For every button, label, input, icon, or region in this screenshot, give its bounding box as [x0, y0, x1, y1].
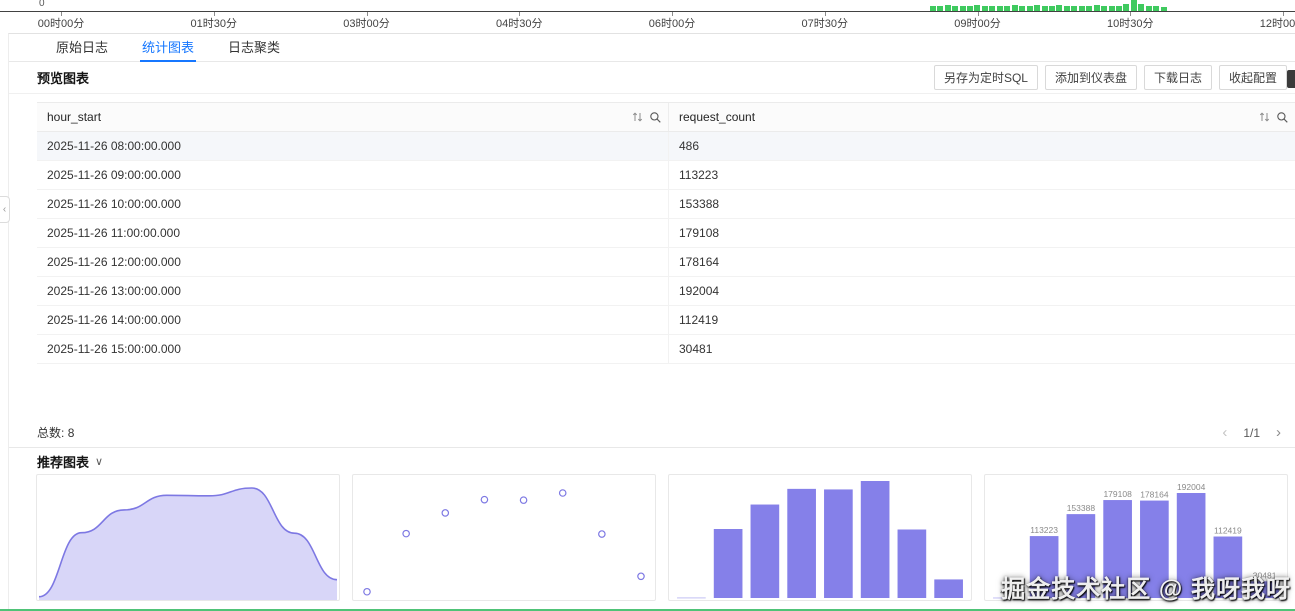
histogram-bar[interactable]	[1123, 4, 1129, 11]
next-page-icon[interactable]: ›	[1276, 424, 1281, 441]
column-header-icons	[632, 111, 662, 124]
sort-icon[interactable]	[1259, 111, 1270, 123]
toolbar-buttons: 另存为定时SQL 添加到仪表盘下载日志收起配置	[934, 65, 1287, 90]
recommended-charts-header[interactable]: 推荐图表 ∨	[37, 452, 103, 471]
table-row[interactable]: 2025-11-26 09:00:00.000113223	[37, 161, 1295, 190]
svg-text:113223: 113223	[1030, 525, 1058, 535]
total-value: 8	[68, 426, 75, 440]
histogram-bar[interactable]	[1138, 4, 1144, 11]
cell-request-count: 486	[669, 132, 1295, 160]
config-drawer-handle[interactable]	[1287, 70, 1295, 88]
cell-request-count: 179108	[669, 219, 1295, 247]
add-to-dashboard-button[interactable]: 添加到仪表盘	[1045, 65, 1137, 90]
column-title: request_count	[679, 110, 755, 124]
search-icon[interactable]	[1276, 111, 1289, 124]
cell-hour-start: 2025-11-26 13:00:00.000	[37, 277, 669, 305]
svg-text:112419: 112419	[1214, 526, 1242, 536]
chart-card-area[interactable]	[36, 474, 340, 601]
cell-request-count: 112419	[669, 306, 1295, 334]
preview-chart-title: 预览图表	[37, 68, 89, 87]
table-row[interactable]: 2025-11-26 15:00:00.00030481	[37, 335, 1295, 364]
table-body: 2025-11-26 08:00:00.0004862025-11-26 09:…	[37, 132, 1295, 364]
prev-page-icon[interactable]: ‹	[1222, 424, 1227, 441]
chart-card-bar[interactable]	[668, 474, 972, 601]
svg-text:179108: 179108	[1103, 489, 1132, 499]
chart-card-labeled-bar[interactable]: 486 113223 153388 179108 178164 192004 112419 3…	[984, 474, 1288, 601]
axis-tick-label: 00时00分	[38, 15, 84, 31]
save-as-scheduled-sql-button[interactable]: 另存为定时SQL	[934, 65, 1038, 90]
axis-tick-label: 10时30分	[1107, 15, 1153, 31]
cell-request-count: 153388	[669, 190, 1295, 218]
histogram-bar[interactable]	[1131, 0, 1137, 11]
time-axis-labels: 00时00分 01时30分 03时00分 04时30分 06时00分 07时30分 09时0…	[0, 15, 1295, 30]
chart-card-scatter[interactable]	[352, 474, 656, 601]
tab-log-cluster[interactable]: 日志聚类	[211, 34, 297, 61]
axis-tick-label: 03时00分	[343, 15, 389, 31]
svg-text:153388: 153388	[1067, 503, 1096, 513]
column-header-hour-start[interactable]: hour_start	[37, 103, 669, 131]
axis-tick-label: 09时00分	[954, 15, 1000, 31]
table-row[interactable]: 2025-11-26 11:00:00.000179108	[37, 219, 1295, 248]
search-icon[interactable]	[649, 111, 662, 124]
cell-hour-start: 2025-11-26 10:00:00.000	[37, 190, 669, 218]
histogram-bars	[0, 0, 1295, 11]
sort-icon[interactable]	[632, 111, 643, 123]
axis-tick-label: 07时30分	[802, 15, 848, 31]
axis-tick-label: 06时00分	[649, 15, 695, 31]
collapse-sidebar-handle[interactable]: ‹	[0, 196, 10, 223]
column-title: hour_start	[47, 110, 101, 124]
cell-hour-start: 2025-11-26 15:00:00.000	[37, 335, 669, 363]
page-indicator: 1/1	[1243, 426, 1260, 440]
download-logs-button[interactable]: 下载日志	[1144, 65, 1212, 90]
cell-request-count: 113223	[669, 161, 1295, 189]
cell-hour-start: 2025-11-26 14:00:00.000	[37, 306, 669, 334]
axis-tick-label: 04时30分	[496, 15, 542, 31]
cell-hour-start: 2025-11-26 08:00:00.000	[37, 132, 669, 160]
main-panel: 原始日志统计图表日志聚类 预览图表 另存为定时SQL 添加到仪表盘下载日志收起配置…	[8, 33, 1295, 611]
cell-request-count: 30481	[669, 335, 1295, 363]
chevron-down-icon[interactable]: ∨	[95, 455, 103, 468]
log-analytics-page: 0 00时00分01时30分03时00分04时30分06时00分07时30分09…	[0, 0, 1295, 611]
cell-hour-start: 2025-11-26 09:00:00.000	[37, 161, 669, 189]
tabs-bar: 原始日志统计图表日志聚类	[9, 34, 1295, 62]
column-header-request-count[interactable]: request_count	[669, 103, 1295, 131]
tab-raw-logs[interactable]: 原始日志	[39, 34, 125, 61]
cell-hour-start: 2025-11-26 11:00:00.000	[37, 219, 669, 247]
table-footer: 总数: 8 ‹ 1/1 ›	[9, 418, 1295, 448]
svg-text:178164: 178164	[1140, 490, 1169, 500]
result-table: hour_start request_count	[37, 102, 1295, 364]
table-row[interactable]: 2025-11-26 10:00:00.000153388	[37, 190, 1295, 219]
time-histogram[interactable]: 0 00时00分01时30分03时00分04时30分06时00分07时30分09…	[0, 0, 1295, 33]
total-label: 总数:	[37, 424, 64, 441]
collapse-config-button[interactable]: 收起配置	[1219, 65, 1287, 90]
column-header-icons	[1259, 111, 1289, 124]
svg-text:192004: 192004	[1177, 482, 1206, 492]
pagination: ‹ 1/1 ›	[1222, 424, 1281, 441]
table-row[interactable]: 2025-11-26 13:00:00.000192004	[37, 277, 1295, 306]
svg-text:486: 486	[1000, 587, 1014, 597]
cell-request-count: 178164	[669, 248, 1295, 276]
axis-tick-label: 12时00分	[1260, 15, 1295, 31]
table-header: hour_start request_count	[37, 102, 1295, 132]
tab-stat-charts[interactable]: 统计图表	[125, 34, 211, 61]
table-row[interactable]: 2025-11-26 08:00:00.000486	[37, 132, 1295, 161]
axis-tick-label: 01时30分	[191, 15, 237, 31]
svg-text:30481: 30481	[1253, 570, 1277, 580]
toolbar: 预览图表 另存为定时SQL 添加到仪表盘下载日志收起配置	[9, 62, 1295, 94]
table-row[interactable]: 2025-11-26 14:00:00.000112419	[37, 306, 1295, 335]
cell-request-count: 192004	[669, 277, 1295, 305]
cell-hour-start: 2025-11-26 12:00:00.000	[37, 248, 669, 276]
recommended-charts-title: 推荐图表	[37, 452, 89, 471]
recommended-charts: 486 113223 153388 179108 178164 192004 112419 3…	[36, 474, 1288, 601]
table-row[interactable]: 2025-11-26 12:00:00.000178164	[37, 248, 1295, 277]
